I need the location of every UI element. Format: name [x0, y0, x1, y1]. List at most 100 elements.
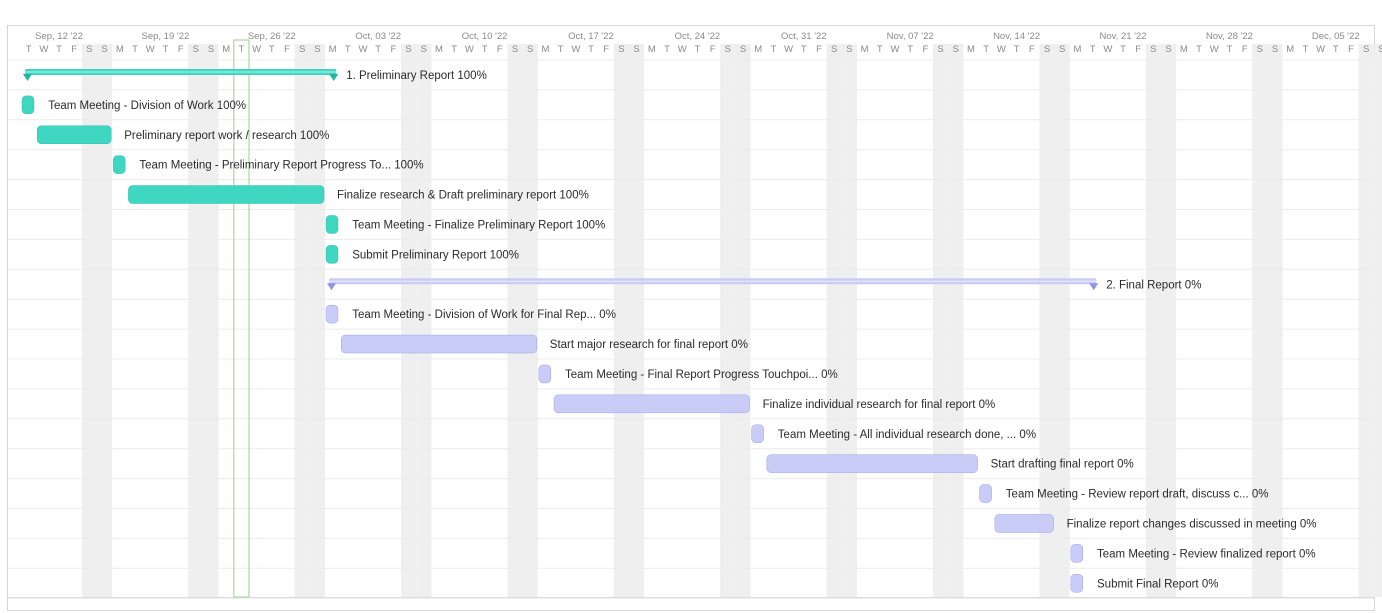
week-tick-label: Nov, 07 '22 [887, 31, 934, 42]
weekend-column [203, 44, 219, 597]
task-bar [751, 424, 764, 443]
weekend-column [948, 44, 964, 597]
weekend-column [933, 44, 949, 597]
day-tick-label: F [1348, 44, 1354, 55]
day-tick-label: F [603, 44, 609, 55]
day-tick-label: S [299, 44, 305, 55]
day-tick-label: T [132, 44, 138, 55]
day-tick-label: T [1090, 44, 1096, 55]
day-tick-label: S [1150, 44, 1156, 55]
day-tick-label: T [1014, 44, 1020, 55]
task-label: Preliminary report work / research 100% [124, 130, 329, 142]
task-bar [37, 125, 112, 144]
day-tick-label: S [633, 44, 639, 55]
day-tick-label: M [754, 44, 762, 55]
gantt-svg: TWTFSSMTWTFSSMTWTFSSMTWTFSSMTWTFSSMTWTFS… [8, 31, 1382, 599]
day-tick-label: T [269, 44, 275, 55]
task-bar [538, 364, 551, 384]
day-tick-label: F [1135, 44, 1141, 55]
day-tick-label: T [1120, 44, 1126, 55]
weekend-column [1267, 44, 1283, 597]
task-label: Team Meeting - Division of Work 100% [48, 100, 246, 112]
week-tick-label: Dec, 05 '22 [1312, 31, 1360, 42]
task-label: Finalize individual research for final r… [763, 399, 996, 411]
day-tick-label: S [618, 44, 624, 55]
weekend-column [735, 44, 751, 597]
weekend-column [1358, 44, 1374, 597]
task-label: 1. Preliminary Report 100% [346, 70, 487, 82]
day-tick-label: T [907, 44, 913, 55]
day-tick-label: S [512, 44, 518, 55]
task-label: Team Meeting - Preliminary Report Progre… [139, 160, 423, 172]
task-labels: 1. Preliminary Report 100% Team Meeting -… [48, 70, 1316, 590]
week-tick-label: Sep, 26 '22 [248, 31, 296, 42]
week-tick-label: Oct, 17 '22 [568, 31, 614, 42]
day-tick-label: S [1378, 44, 1382, 55]
timeline-header: TWTFSSMTWTFSSMTWTFSSMTWTFSSMTWTFSSMTWTFS… [26, 31, 1382, 55]
day-tick-label: S [1165, 44, 1171, 55]
day-tick-label: T [664, 44, 670, 55]
day-tick-label: S [740, 44, 746, 55]
day-tick-label: M [1180, 44, 1188, 55]
task-bar [1070, 544, 1084, 563]
day-tick-label: W [359, 44, 368, 55]
week-tick-label: Sep, 19 '22 [142, 31, 190, 42]
day-tick-label: S [1059, 44, 1065, 55]
day-tick-label: T [558, 44, 564, 55]
day-tick-label: F [1029, 44, 1035, 55]
day-tick-label: F [284, 44, 290, 55]
task-label: Team Meeting - Review report draft, disc… [1006, 489, 1269, 501]
day-tick-label: W [39, 44, 48, 55]
day-tick-label: M [861, 44, 869, 55]
weekend-column [294, 44, 310, 597]
day-tick-label: F [1242, 44, 1248, 55]
today-marker [233, 39, 250, 598]
day-tick-label: S [421, 44, 427, 55]
summary-bar-start-cap [23, 73, 32, 81]
weekend-column [188, 44, 204, 597]
week-tick-label: Oct, 24 '22 [675, 31, 721, 42]
task-bar [112, 155, 126, 174]
week-tick-label: Oct, 10 '22 [462, 31, 508, 42]
day-tick-label: T [1196, 44, 1202, 55]
day-tick-label: T [877, 44, 883, 55]
task-label: Team Meeting - Final Report Progress Tou… [565, 369, 838, 381]
week-tick-label: Nov, 28 '22 [1206, 31, 1253, 42]
weekend-columns [81, 44, 1382, 597]
task-label: Finalize research & Draft preliminary re… [337, 190, 589, 202]
weekend-column [1252, 44, 1268, 597]
weekend-column [629, 44, 645, 597]
day-tick-label: T [1226, 44, 1232, 55]
task-label: Team Meeting - Division of Work for Fina… [352, 309, 616, 321]
day-tick-label: M [1286, 44, 1294, 55]
weekend-column [1161, 44, 1177, 597]
day-tick-label: S [405, 44, 411, 55]
task-bar [21, 95, 35, 115]
week-tick-label: Oct, 31 '22 [781, 31, 827, 42]
day-tick-label: W [1103, 44, 1112, 55]
task-bar [553, 394, 750, 414]
day-tick-label: S [725, 44, 731, 55]
weekend-column [613, 44, 629, 597]
day-tick-label: S [101, 44, 107, 55]
day-tick-label: F [816, 44, 822, 55]
task-bar [325, 245, 339, 264]
week-tick-label: Oct, 03 '22 [355, 31, 401, 42]
task-label: Start major research for final report 0% [550, 339, 748, 351]
task-bar [979, 484, 992, 503]
day-tick-label: T [482, 44, 488, 55]
week-tick-label: Sep, 12 '22 [35, 31, 83, 42]
day-tick-label: T [26, 44, 32, 55]
day-tick-label: S [86, 44, 92, 55]
task-label: Submit Preliminary Report 100% [352, 249, 519, 261]
day-tick-label: S [193, 44, 199, 55]
day-tick-label: W [678, 44, 687, 55]
day-tick-label: M [648, 44, 656, 55]
weekend-column [1373, 44, 1382, 597]
day-tick-label: S [1272, 44, 1278, 55]
day-tick-label: S [208, 44, 214, 55]
day-tick-label: W [465, 44, 474, 55]
day-tick-label: S [314, 44, 320, 55]
day-tick-label: M [1073, 44, 1081, 55]
day-tick-label: M [329, 44, 337, 55]
